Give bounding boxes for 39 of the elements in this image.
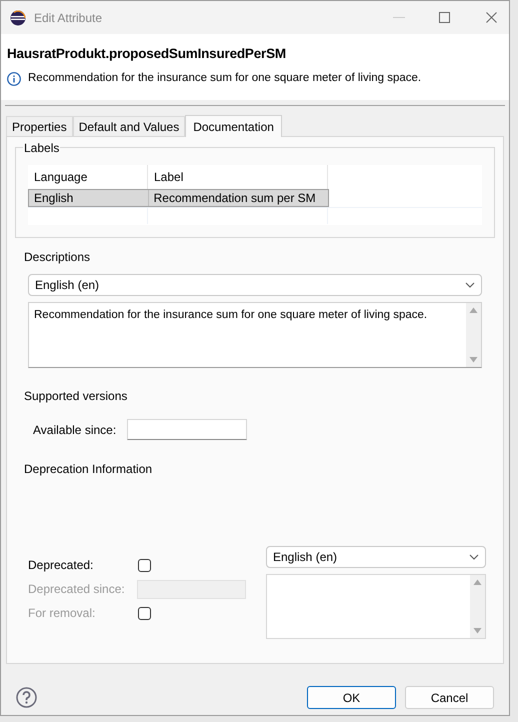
available-since-field[interactable] <box>127 419 247 440</box>
maximize-icon[interactable] <box>439 12 450 23</box>
close-icon[interactable] <box>486 12 497 23</box>
field-label: Deprecated: <box>28 557 94 574</box>
language-dropdown[interactable]: English (en) <box>28 274 482 296</box>
field-label: Available since: <box>33 422 118 438</box>
info-message: Recommendation for the insurance sum for one square meter of living space. <box>28 71 422 86</box>
dialog-button[interactable]: OK <box>307 686 396 709</box>
app-logo-icon <box>10 10 26 26</box>
section-label: Descriptions <box>24 249 92 266</box>
minimize-icon[interactable] <box>393 16 405 18</box>
scrollbar[interactable] <box>466 303 481 367</box>
table-cell: English <box>29 190 149 206</box>
deprecation-textarea[interactable] <box>266 574 486 639</box>
field-label: Deprecated since: <box>28 581 126 598</box>
scrollbar[interactable] <box>470 575 485 638</box>
description-textarea[interactable]: Recommendation for the insurance sum for one square meter of living space. <box>28 302 482 368</box>
scroll-up-icon[interactable] <box>469 307 478 313</box>
scroll-down-icon[interactable] <box>473 628 482 634</box>
section-label: Deprecation Information <box>24 461 154 478</box>
help-icon[interactable] <box>16 687 37 708</box>
field-label: For removal: <box>28 605 96 622</box>
tab[interactable]: Documentation <box>185 115 282 137</box>
table-row[interactable]: English Recommendation sum per SM <box>28 189 329 207</box>
table-cell-text: Recommendation sum per SM <box>152 190 317 206</box>
dialog-button[interactable]: Cancel <box>405 686 494 709</box>
attribute-title: HausratProdukt.proposedSumInsuredPerSM <box>7 45 287 63</box>
checkbox[interactable] <box>138 558 151 572</box>
tab[interactable]: Properties <box>6 116 73 136</box>
scroll-up-icon[interactable] <box>473 579 482 585</box>
language-dropdown[interactable]: English (en) <box>266 546 486 568</box>
info-icon <box>7 72 21 86</box>
scroll-down-icon[interactable] <box>469 357 478 363</box>
section-label: Supported versions <box>24 388 128 405</box>
deprecated-since-field[interactable] <box>136 580 246 598</box>
tab[interactable]: Default and Values <box>72 116 186 136</box>
chevron-down-icon <box>465 282 475 288</box>
chevron-down-icon <box>469 554 479 560</box>
window-title: Edit Attribute <box>34 10 102 26</box>
